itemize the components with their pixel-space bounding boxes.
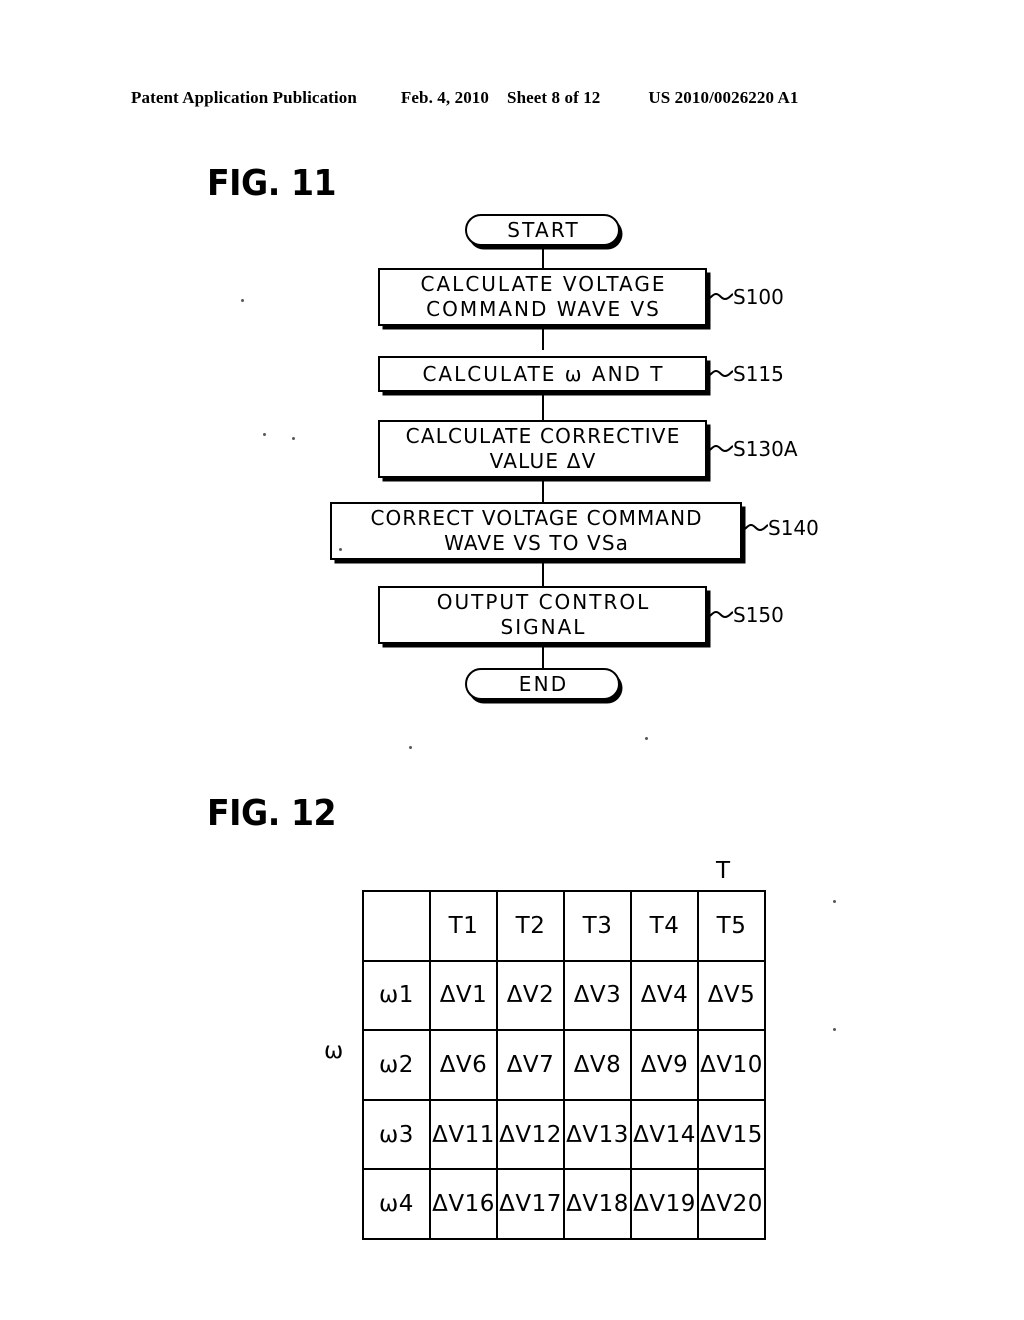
table-cell: ΔV10 — [697, 1029, 766, 1101]
flow-connector-s100-s115 — [542, 326, 544, 350]
table-cell: ΔV11 — [429, 1098, 498, 1171]
table-cell: ΔV4 — [630, 959, 699, 1032]
flow-connector-start-s100 — [542, 248, 544, 270]
flow-connector-s150-end — [542, 644, 544, 668]
table-cell: ΔV15 — [697, 1098, 766, 1171]
table-cell: ΔV6 — [429, 1029, 498, 1101]
flow-node-s130a: CALCULATE CORRECTIVE VALUE ΔV — [378, 420, 707, 478]
flow-node-s140-line2: WAVE VS TO VSa — [444, 531, 629, 555]
table-cell: ΔV18 — [563, 1168, 632, 1240]
figure-11-flowchart: START CALCULATE VOLTAGE COMMAND WAVE VS … — [0, 0, 1024, 720]
flow-node-s100: CALCULATE VOLTAGE COMMAND WAVE VS — [378, 268, 707, 326]
table-header-row: T1 T2 T3 T4 T5 — [362, 890, 766, 962]
table-column-header: T4 — [630, 890, 699, 962]
table-cell: ΔV12 — [496, 1098, 565, 1171]
flow-step-label-s100: S100 — [733, 285, 784, 309]
flow-step-label-s140: S140 — [768, 516, 819, 540]
flow-step-label-s150: S150 — [733, 603, 784, 627]
scan-artifact — [645, 737, 648, 740]
scan-artifact — [409, 746, 412, 749]
scan-artifact — [241, 299, 244, 302]
flow-node-s130a-line2: VALUE ΔV — [489, 449, 597, 473]
table-cell: ΔV5 — [697, 959, 766, 1032]
table-row: ω3 ΔV11 ΔV12 ΔV13 ΔV14 ΔV15 — [362, 1098, 766, 1171]
flow-node-s140-line1: CORRECT VOLTAGE COMMAND — [370, 506, 703, 530]
scan-artifact — [292, 437, 295, 440]
table-cell: ΔV2 — [496, 959, 565, 1032]
table-cell: ΔV19 — [630, 1168, 699, 1240]
table-cell: ΔV8 — [563, 1029, 632, 1101]
flow-node-end-label: END — [518, 672, 569, 696]
table-cell: ΔV7 — [496, 1029, 565, 1101]
flow-node-s115: CALCULATE ω AND T — [378, 356, 707, 392]
table-cell: ΔV20 — [697, 1168, 766, 1240]
leader-squiggle-s130a — [707, 442, 733, 456]
corrective-value-table: T1 T2 T3 T4 T5 ω1 ΔV1 ΔV2 ΔV3 ΔV4 ΔV5 ω2… — [362, 890, 766, 1240]
table-corner-cell — [362, 890, 431, 962]
flow-node-s115-line1: CALCULATE ω AND T — [422, 361, 665, 386]
scan-artifact — [263, 433, 266, 436]
figure-12-caption: FIG. 12 — [207, 793, 337, 834]
flow-node-s100-line1: CALCULATE VOLTAGE — [420, 272, 667, 296]
flow-step-label-s115: S115 — [733, 362, 784, 386]
flow-node-s150: OUTPUT CONTROL SIGNAL — [378, 586, 707, 644]
table-row: ω4 ΔV16 ΔV17 ΔV18 ΔV19 ΔV20 — [362, 1168, 766, 1240]
flow-connector-s115-s130a — [542, 392, 544, 420]
scan-artifact — [833, 1028, 836, 1031]
scan-artifact — [339, 548, 342, 551]
flow-connector-s140-s150 — [542, 560, 544, 586]
table-row: ω2 ΔV6 ΔV7 ΔV8 ΔV9 ΔV10 — [362, 1029, 766, 1101]
table-row-header: ω4 — [362, 1168, 431, 1240]
flow-node-s130a-line1: CALCULATE CORRECTIVE — [405, 424, 681, 448]
flow-node-s100-line2: COMMAND WAVE VS — [426, 297, 661, 321]
leader-squiggle-s100 — [707, 290, 733, 304]
flow-node-s150-line2: SIGNAL — [500, 615, 587, 639]
table-cell: ΔV3 — [563, 959, 632, 1032]
figure-12-table-wrapper: T1 T2 T3 T4 T5 ω1 ΔV1 ΔV2 ΔV3 ΔV4 ΔV5 ω2… — [362, 890, 766, 1240]
flow-node-s150-line1: OUTPUT CONTROL — [436, 590, 651, 614]
table-row-header: ω3 — [362, 1098, 431, 1171]
table-cell: ΔV14 — [630, 1098, 699, 1171]
table-cell: ΔV1 — [429, 959, 498, 1032]
table-axis-label-torque: T — [716, 858, 731, 884]
flow-node-start: START — [465, 214, 620, 246]
flow-node-end: END — [465, 668, 620, 700]
table-column-header: T1 — [429, 890, 498, 962]
table-column-header: T3 — [563, 890, 632, 962]
flow-step-label-s130a: S130A — [733, 437, 798, 461]
table-cell: ΔV13 — [563, 1098, 632, 1171]
patent-drawing-page: Patent Application Publication Feb. 4, 2… — [0, 0, 1024, 1320]
flow-node-s140: CORRECT VOLTAGE COMMAND WAVE VS TO VSa — [330, 502, 742, 560]
table-column-header: T5 — [697, 890, 766, 962]
table-cell: ΔV17 — [496, 1168, 565, 1240]
leader-squiggle-s150 — [707, 608, 733, 622]
scan-artifact — [833, 900, 836, 903]
leader-squiggle-s115 — [707, 367, 733, 381]
leader-squiggle-s140 — [742, 521, 768, 535]
flow-node-start-label: START — [507, 218, 580, 242]
table-column-header: T2 — [496, 890, 565, 962]
table-cell: ΔV9 — [630, 1029, 699, 1101]
table-cell: ΔV16 — [429, 1168, 498, 1240]
table-row-header: ω1 — [362, 959, 431, 1032]
table-row-header: ω2 — [362, 1029, 431, 1101]
table-row: ω1 ΔV1 ΔV2 ΔV3 ΔV4 ΔV5 — [362, 959, 766, 1032]
flow-connector-s130a-s140 — [542, 478, 544, 502]
table-axis-label-omega: ω — [324, 1038, 344, 1064]
